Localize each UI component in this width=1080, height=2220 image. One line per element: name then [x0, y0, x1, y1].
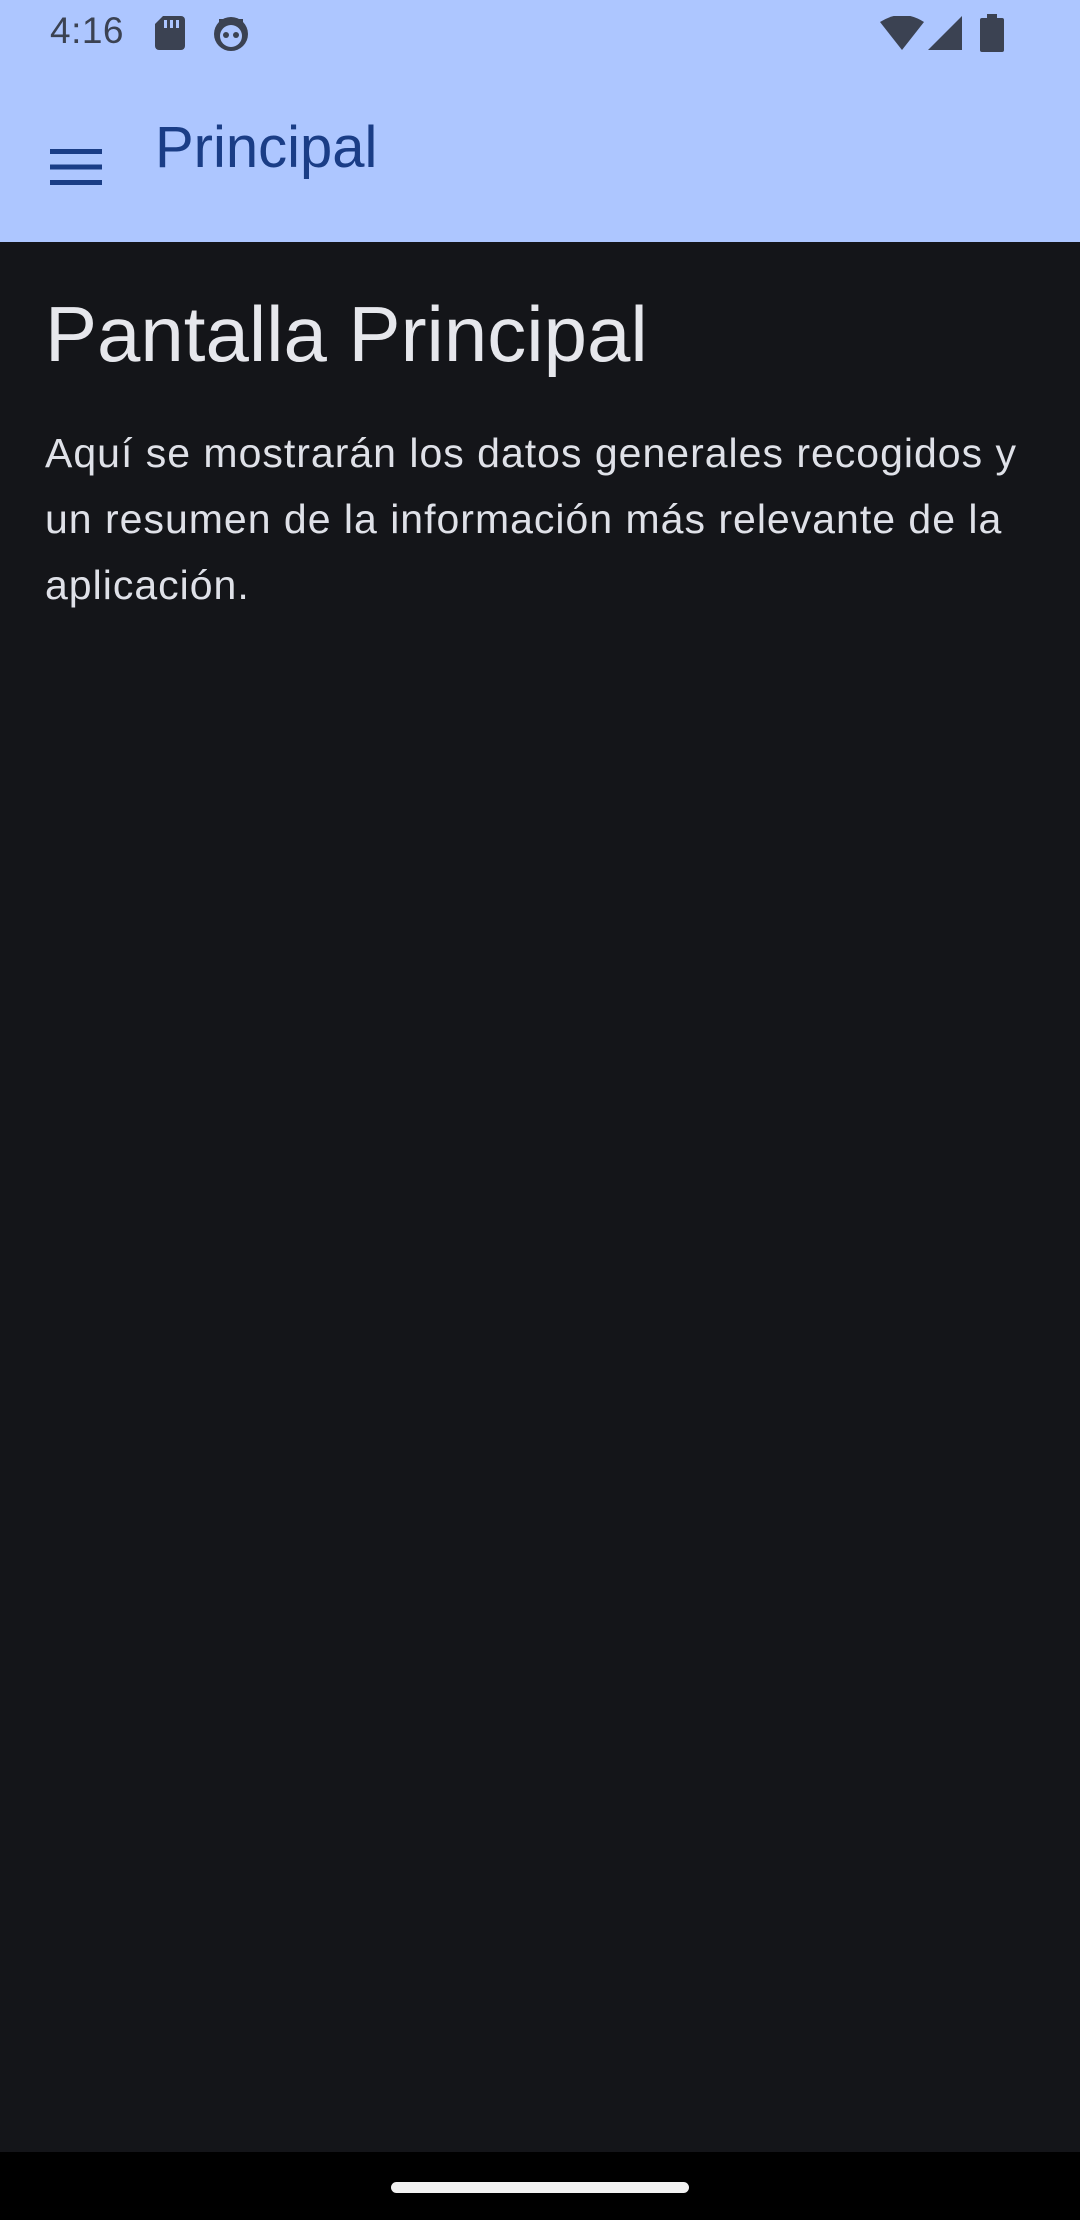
- status-bar: 4:16: [0, 0, 1080, 66]
- sd-card-icon: [155, 16, 185, 50]
- menu-button[interactable]: [28, 119, 124, 215]
- wifi-icon: [880, 16, 924, 50]
- home-indicator[interactable]: [391, 2182, 689, 2193]
- app-bar-title: Principal: [155, 115, 378, 180]
- top-bar: 4:16 Principal: [0, 0, 1080, 242]
- app-screen: 4:16 Principal Pantalla Principal Aquí s…: [0, 0, 1080, 2220]
- cellular-signal-icon: [928, 16, 962, 50]
- status-time: 4:16: [50, 10, 125, 51]
- app-bar: Principal: [0, 66, 1080, 242]
- gesture-nav-bar: [0, 2152, 1080, 2220]
- battery-icon: [980, 14, 1004, 52]
- main-content: Pantalla Principal Aquí se mostrarán los…: [0, 242, 1080, 2152]
- hamburger-menu-icon: [50, 149, 102, 185]
- robot-face-icon: [214, 17, 248, 51]
- page-heading: Pantalla Principal: [45, 290, 648, 378]
- page-description: Aquí se mostrarán los datos generales re…: [45, 429, 1018, 608]
